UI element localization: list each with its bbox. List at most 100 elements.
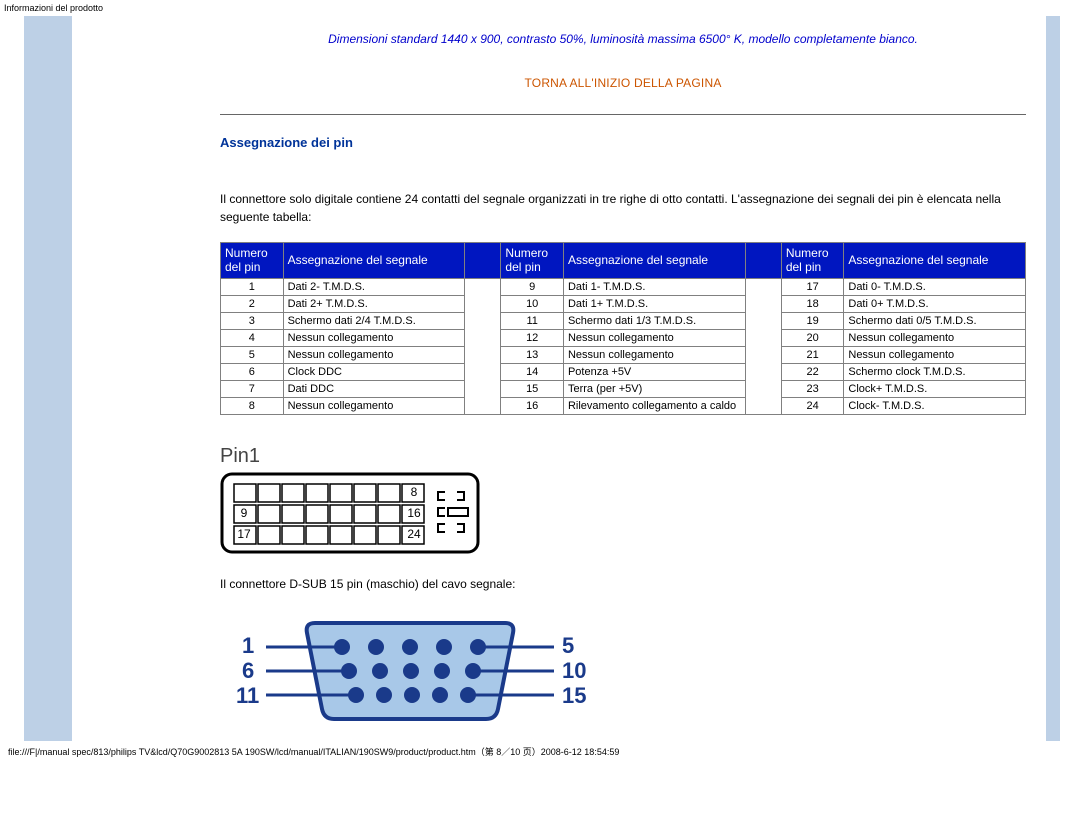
cell-num: 1 xyxy=(221,278,284,295)
cell-sig: Nessun collegamento xyxy=(563,329,745,346)
table-row: 8Nessun collegamento 16Rilevamento colleg… xyxy=(221,397,1026,414)
table-row: 2Dati 2+ T.M.D.S.10Dati 1+ T.M.D.S.18Dat… xyxy=(221,295,1026,312)
cell-sig: Dati 2- T.M.D.S. xyxy=(283,278,465,295)
cell-num: 20 xyxy=(781,329,844,346)
cell-sig: Schermo dati 0/5 T.M.D.S. xyxy=(844,312,1026,329)
cell-sig: Nessun collegamento xyxy=(283,329,465,346)
dsub-r2: 10 xyxy=(562,658,586,683)
dsub-diagram: 1 6 11 5 10 15 xyxy=(220,611,1026,731)
gap xyxy=(465,397,501,414)
cell-num: 8 xyxy=(221,397,284,414)
footer-path: file:///F|/manual spec/813/philips TV&lc… xyxy=(0,741,1080,762)
cell-num: 2 xyxy=(221,295,284,312)
cell-sig: Nessun collegamento xyxy=(563,346,745,363)
gap xyxy=(745,380,781,397)
table-header-row: Numero del pin Assegnazione del segnale … xyxy=(221,243,1026,279)
cell-num: 6 xyxy=(221,363,284,380)
gap xyxy=(745,397,781,414)
cell-sig: Dati 0+ T.M.D.S. xyxy=(844,295,1026,312)
dsub-l1: 1 xyxy=(242,633,254,658)
cell-num: 23 xyxy=(781,380,844,397)
gap xyxy=(745,278,781,295)
cell-num: 17 xyxy=(781,278,844,295)
cell-num: 4 xyxy=(221,329,284,346)
table-row: 6Clock DDC 14Potenza +5V 22Schermo clock T… xyxy=(221,363,1026,380)
page-title-small: Informazioni del prodotto xyxy=(0,0,1080,16)
cell-sig: Nessun collegamento xyxy=(283,397,465,414)
table-row: 7Dati DDC 15Terra (per +5V) 23Clock+ T.M.D… xyxy=(221,380,1026,397)
cell-sig: Clock+ T.M.D.S. xyxy=(844,380,1026,397)
svg-text:16: 16 xyxy=(407,506,421,520)
gap xyxy=(465,329,501,346)
cell-sig: Rilevamento collegamento a caldo xyxy=(563,397,745,414)
settings-note: Dimensioni standard 1440 x 900, contrast… xyxy=(220,32,1026,46)
cell-sig: Nessun collegamento xyxy=(844,346,1026,363)
gap xyxy=(745,329,781,346)
cell-num: 22 xyxy=(781,363,844,380)
gap xyxy=(745,312,781,329)
cell-num: 24 xyxy=(781,397,844,414)
cell-sig: Dati 1+ T.M.D.S. xyxy=(563,295,745,312)
col-header-num: Numero del pin xyxy=(781,243,844,279)
cell-num: 11 xyxy=(501,312,564,329)
cell-sig: Terra (per +5V) xyxy=(563,380,745,397)
section-title: Assegnazione dei pin xyxy=(220,135,1026,150)
svg-text:9: 9 xyxy=(241,506,248,520)
svg-text:24: 24 xyxy=(407,527,421,541)
pin1-label: Pin1 xyxy=(220,445,1026,468)
cell-num: 15 xyxy=(501,380,564,397)
gap xyxy=(465,363,501,380)
col-header-num: Numero del pin xyxy=(221,243,284,279)
cell-sig: Nessun collegamento xyxy=(283,346,465,363)
cell-sig: Clock DDC xyxy=(283,363,465,380)
pin-table: Numero del pin Assegnazione del segnale … xyxy=(220,242,1026,415)
col-header-sig: Assegnazione del segnale xyxy=(283,243,465,279)
gap xyxy=(465,243,501,279)
cell-num: 3 xyxy=(221,312,284,329)
cell-num: 13 xyxy=(501,346,564,363)
gap xyxy=(745,243,781,279)
gap xyxy=(745,295,781,312)
intro-text: Il connettore solo digitale contiene 24 … xyxy=(220,190,1026,226)
cell-num: 14 xyxy=(501,363,564,380)
dsub-connector-icon: 1 6 11 5 10 15 xyxy=(220,611,600,731)
dsub-r3: 15 xyxy=(562,683,586,708)
dvi-connector-icon: 8 9 16 17 24 xyxy=(220,472,480,554)
table-row: 4Nessun collegamento12Nessun collegament… xyxy=(221,329,1026,346)
cell-sig: Dati DDC xyxy=(283,380,465,397)
cell-num: 19 xyxy=(781,312,844,329)
cell-num: 12 xyxy=(501,329,564,346)
col-header-sig: Assegnazione del segnale xyxy=(844,243,1026,279)
svg-text:17: 17 xyxy=(237,527,251,541)
gap xyxy=(465,380,501,397)
col-header-num: Numero del pin xyxy=(501,243,564,279)
gap xyxy=(745,363,781,380)
gap xyxy=(465,346,501,363)
back-to-top-link[interactable]: TORNA ALL'INIZIO DELLA PAGINA xyxy=(220,76,1026,90)
cell-sig: Potenza +5V xyxy=(563,363,745,380)
content-area: Dimensioni standard 1440 x 900, contrast… xyxy=(72,16,1046,741)
cell-num: 16 xyxy=(501,397,564,414)
divider xyxy=(220,114,1026,115)
table-row: 1Dati 2- T.M.D.S.9Dati 1- T.M.D.S.17Dati… xyxy=(221,278,1026,295)
col-header-sig: Assegnazione del segnale xyxy=(563,243,745,279)
dsub-r1: 5 xyxy=(562,633,574,658)
dsub-l2: 6 xyxy=(242,658,254,683)
main-frame: Dimensioni standard 1440 x 900, contrast… xyxy=(24,16,1060,741)
gap xyxy=(745,346,781,363)
table-row: 3Schermo dati 2/4 T.M.D.S.11Schermo dati… xyxy=(221,312,1026,329)
cell-num: 5 xyxy=(221,346,284,363)
dvi-diagram: Pin1 8 9 16 17 24 xyxy=(220,445,1026,557)
cell-sig: Clock- T.M.D.S. xyxy=(844,397,1026,414)
cell-num: 21 xyxy=(781,346,844,363)
dsub-intro: Il connettore D-SUB 15 pin (maschio) del… xyxy=(220,575,1026,593)
svg-text:8: 8 xyxy=(411,485,418,499)
cell-num: 9 xyxy=(501,278,564,295)
cell-sig: Schermo clock T.M.D.S. xyxy=(844,363,1026,380)
cell-sig: Schermo dati 1/3 T.M.D.S. xyxy=(563,312,745,329)
dsub-l3: 11 xyxy=(236,683,259,708)
cell-num: 18 xyxy=(781,295,844,312)
cell-sig: Dati 1- T.M.D.S. xyxy=(563,278,745,295)
cell-num: 7 xyxy=(221,380,284,397)
gap xyxy=(465,312,501,329)
